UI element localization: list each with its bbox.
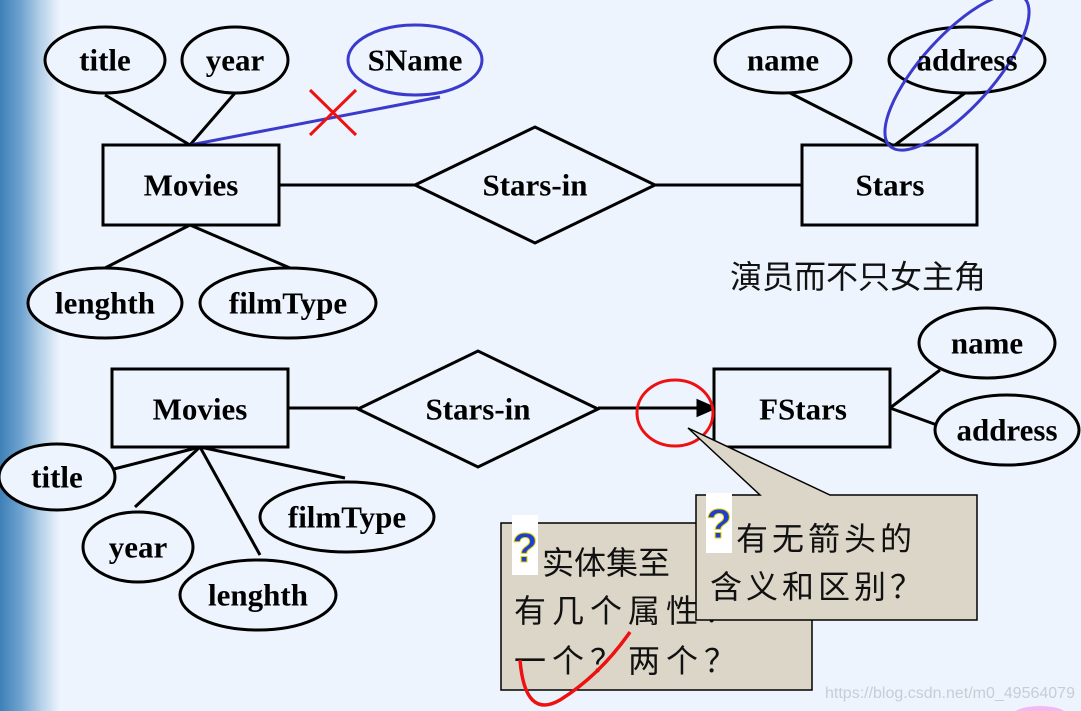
edge — [198, 446, 262, 556]
edge — [189, 223, 291, 270]
question-icon: ? — [512, 524, 538, 571]
edge — [104, 223, 191, 270]
label: Stars-in — [425, 392, 530, 427]
label: filmType — [229, 286, 347, 321]
edge — [789, 91, 893, 147]
label: lenghth — [208, 578, 308, 613]
label: FStars — [759, 392, 847, 427]
label: Movies — [144, 168, 239, 203]
label: filmType — [288, 500, 406, 535]
label: year — [206, 43, 265, 78]
label: address — [916, 43, 1017, 78]
watermark: https://blog.csdn.net/m0_49564079 — [825, 685, 1075, 702]
question-icon: ? — [706, 500, 732, 547]
label: Stars-in — [482, 168, 587, 203]
annotation-line — [189, 95, 441, 147]
label: year — [109, 530, 168, 565]
edge — [894, 91, 966, 147]
edge — [889, 368, 941, 410]
label: title — [79, 43, 131, 78]
er-diagram: title year SName lenghth filmType name a… — [0, 0, 1081, 711]
callout-text: 实体集至 — [542, 544, 670, 582]
note-text: 演员而不只女主角 — [730, 258, 986, 296]
edge — [199, 445, 346, 480]
edge — [104, 93, 191, 147]
decoration — [1015, 706, 1065, 711]
callout-text: 一个？两个？ — [514, 642, 742, 680]
label: name — [747, 43, 819, 78]
callout-text: 含义和区别？ — [710, 568, 926, 606]
callout-arrow-meaning: ? 有无箭头的 含义和区别？ — [687, 427, 978, 621]
callout-text: 有无箭头的 — [736, 520, 916, 558]
edge — [889, 406, 938, 427]
cross-mark-icon — [308, 88, 358, 137]
label: address — [956, 413, 1057, 448]
label: title — [31, 460, 83, 495]
label: Stars — [856, 168, 925, 203]
label: Movies — [153, 392, 248, 427]
label: SName — [368, 43, 463, 78]
label: lenghth — [55, 286, 155, 321]
label: name — [951, 326, 1023, 361]
